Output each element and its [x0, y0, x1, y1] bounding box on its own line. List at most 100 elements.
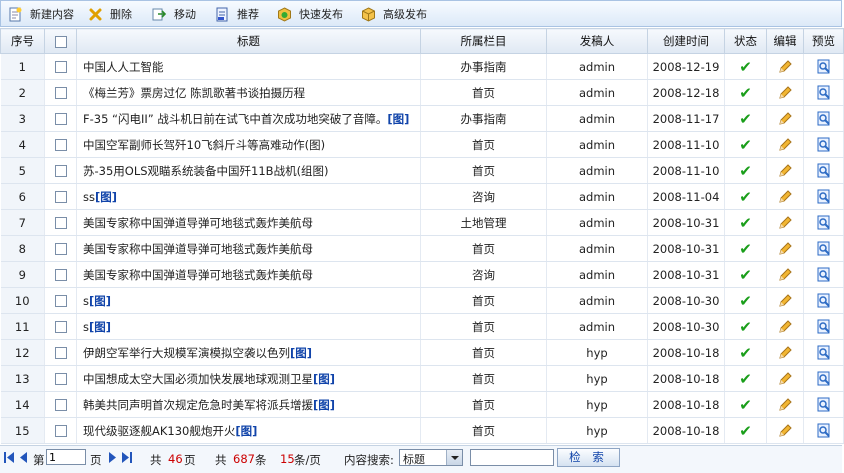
row-status[interactable]: ✔: [724, 209, 767, 236]
row-preview[interactable]: [803, 157, 844, 184]
check-icon[interactable]: ✔: [739, 110, 752, 128]
row-title-cell[interactable]: 中国想成太空大国必须加快发展地球观测卫星[图]: [76, 365, 421, 392]
row-title-cell[interactable]: ss[图]: [76, 183, 421, 210]
row-title-cell[interactable]: 美国专家称中国弹道导弹可地毯式轰炸美航母: [76, 209, 421, 236]
preview-icon[interactable]: [816, 59, 832, 75]
row-title[interactable]: ss: [83, 190, 95, 204]
check-icon[interactable]: ✔: [739, 136, 752, 154]
row-status[interactable]: ✔: [724, 287, 767, 314]
check-icon[interactable]: ✔: [739, 422, 752, 440]
check-icon[interactable]: ✔: [739, 188, 752, 206]
pencil-icon[interactable]: [777, 241, 793, 257]
row-preview[interactable]: [803, 261, 844, 288]
row-preview[interactable]: [803, 105, 844, 132]
check-icon[interactable]: ✔: [739, 84, 752, 102]
row-checkbox[interactable]: [54, 87, 67, 99]
header-created[interactable]: 创建时间: [647, 28, 725, 54]
search-field-select[interactable]: 标题: [399, 449, 463, 466]
table-row[interactable]: 4 中国空军副师长驾歼10飞斜斤斗等高难动作(图) 首页 admin 2008-11-1…: [0, 131, 844, 158]
table-row[interactable]: 7 美国专家称中国弹道导弹可地毯式轰炸美航母 土地管理 admin 2008-10-31…: [0, 209, 844, 236]
row-checkbox[interactable]: [54, 61, 67, 73]
row-title-cell[interactable]: s[图]: [76, 313, 421, 340]
pencil-icon[interactable]: [777, 137, 793, 153]
row-status[interactable]: ✔: [724, 391, 767, 418]
row-title[interactable]: 伊朗空军举行大规模军演模拟空袭以色列: [83, 346, 290, 360]
row-edit[interactable]: [766, 105, 804, 132]
row-title-cell[interactable]: 中国人人工智能: [76, 53, 421, 80]
row-title[interactable]: F-35 “闪电II” 战斗机日前在试飞中首次成功地突破了音障。: [83, 112, 387, 126]
pencil-icon[interactable]: [777, 267, 793, 283]
pencil-icon[interactable]: [777, 163, 793, 179]
check-icon[interactable]: ✔: [739, 396, 752, 414]
check-icon[interactable]: ✔: [739, 370, 752, 388]
row-select-cell[interactable]: [44, 417, 77, 444]
row-status[interactable]: ✔: [724, 157, 767, 184]
check-icon[interactable]: ✔: [739, 214, 752, 232]
row-select-cell[interactable]: [44, 287, 77, 314]
check-icon[interactable]: ✔: [739, 318, 752, 336]
preview-icon[interactable]: [816, 215, 832, 231]
row-preview[interactable]: [803, 53, 844, 80]
row-status[interactable]: ✔: [724, 339, 767, 366]
row-title[interactable]: 中国空军副师长驾歼10飞斜斤斗等高难动作(图): [83, 138, 325, 152]
row-select-cell[interactable]: [44, 79, 77, 106]
row-edit[interactable]: [766, 53, 804, 80]
row-preview[interactable]: [803, 365, 844, 392]
row-title-cell[interactable]: F-35 “闪电II” 战斗机日前在试飞中首次成功地突破了音障。[图]: [76, 105, 421, 132]
check-icon[interactable]: ✔: [739, 162, 752, 180]
search-input[interactable]: [470, 449, 554, 466]
row-select-cell[interactable]: [44, 157, 77, 184]
row-preview[interactable]: [803, 391, 844, 418]
table-row[interactable]: 8 美国专家称中国弹道导弹可地毯式轰炸美航母 首页 admin 2008-10-31 ✔: [0, 235, 844, 262]
preview-icon[interactable]: [816, 293, 832, 309]
row-title[interactable]: 现代级驱逐舰AK130舰炮开火: [83, 424, 235, 438]
preview-icon[interactable]: [816, 397, 832, 413]
row-status[interactable]: ✔: [724, 105, 767, 132]
check-icon[interactable]: ✔: [739, 292, 752, 310]
pencil-icon[interactable]: [777, 371, 793, 387]
row-edit[interactable]: [766, 209, 804, 236]
row-title-cell[interactable]: 《梅兰芳》票房过亿 陈凯歌著书谈拍摄历程: [76, 79, 421, 106]
row-select-cell[interactable]: [44, 391, 77, 418]
row-edit[interactable]: [766, 287, 804, 314]
preview-icon[interactable]: [816, 189, 832, 205]
table-row[interactable]: 13 中国想成太空大国必须加快发展地球观测卫星[图] 首页 hyp 2008-10-18…: [0, 365, 844, 392]
preview-icon[interactable]: [816, 319, 832, 335]
row-edit[interactable]: [766, 339, 804, 366]
row-select-cell[interactable]: [44, 53, 77, 80]
pencil-icon[interactable]: [777, 85, 793, 101]
row-checkbox[interactable]: [54, 295, 67, 307]
row-title-cell[interactable]: 伊朗空军举行大规模军演模拟空袭以色列[图]: [76, 339, 421, 366]
table-row[interactable]: 2 《梅兰芳》票房过亿 陈凯歌著书谈拍摄历程 首页 admin 2008-12-18 ✔: [0, 79, 844, 106]
first-page-icon[interactable]: [4, 451, 15, 464]
row-select-cell[interactable]: [44, 339, 77, 366]
row-status[interactable]: ✔: [724, 131, 767, 158]
table-row[interactable]: 15 现代级驱逐舰AK130舰炮开火[图] 首页 hyp 2008-10-18 ✔: [0, 417, 844, 444]
pencil-icon[interactable]: [777, 215, 793, 231]
row-edit[interactable]: [766, 157, 804, 184]
row-select-cell[interactable]: [44, 105, 77, 132]
row-status[interactable]: ✔: [724, 53, 767, 80]
row-status[interactable]: ✔: [724, 79, 767, 106]
row-status[interactable]: ✔: [724, 313, 767, 340]
table-row[interactable]: 11 s[图] 首页 admin 2008-10-30 ✔: [0, 313, 844, 340]
row-status[interactable]: ✔: [724, 365, 767, 392]
row-status[interactable]: ✔: [724, 417, 767, 444]
header-title[interactable]: 标题: [76, 28, 421, 54]
row-select-cell[interactable]: [44, 209, 77, 236]
row-checkbox[interactable]: [54, 217, 67, 229]
table-row[interactable]: 12 伊朗空军举行大规模军演模拟空袭以色列[图] 首页 hyp 2008-10-18 ✔: [0, 339, 844, 366]
row-select-cell[interactable]: [44, 365, 77, 392]
row-edit[interactable]: [766, 391, 804, 418]
check-icon[interactable]: ✔: [739, 344, 752, 362]
row-checkbox[interactable]: [54, 373, 67, 385]
table-row[interactable]: 14 韩美共同声明首次规定危急时美军将派兵增援[图] 首页 hyp 2008-10-18…: [0, 391, 844, 418]
row-edit[interactable]: [766, 417, 804, 444]
preview-icon[interactable]: [816, 85, 832, 101]
preview-icon[interactable]: [816, 163, 832, 179]
row-checkbox[interactable]: [54, 139, 67, 151]
row-preview[interactable]: [803, 183, 844, 210]
row-preview[interactable]: [803, 209, 844, 236]
page-number-input[interactable]: [46, 449, 86, 465]
pencil-icon[interactable]: [777, 59, 793, 75]
